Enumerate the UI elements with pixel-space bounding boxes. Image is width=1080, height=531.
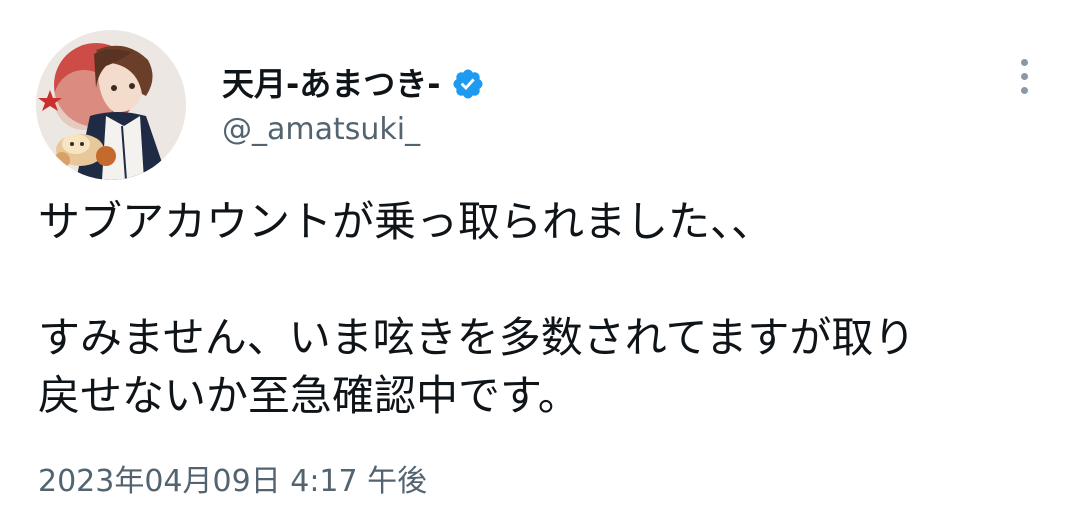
name-row: 天月-あまつき-	[222, 62, 485, 106]
verified-badge-icon	[451, 67, 485, 101]
tweet-header: 天月-あまつき- @_amatsuki_	[222, 62, 485, 150]
user-handle[interactable]: @_amatsuki_	[222, 110, 485, 150]
avatar-illustration-icon	[36, 30, 186, 180]
tweet-text: サブアカウントが乗っ取られました、、 すみません、いま呟きを多数されてますが取り…	[38, 193, 1058, 425]
tweet-text-line-3: すみません、いま呟きを多数されてますが取り	[38, 313, 916, 362]
avatar[interactable]	[36, 30, 186, 180]
display-name[interactable]: 天月-あまつき-	[222, 62, 441, 106]
tweet-text-line-4: 戻せないか至急確認中です。	[38, 371, 580, 420]
tweet-card: 天月-あまつき- @_amatsuki_ サブアカウントが乗っ取られました、、 …	[0, 0, 1080, 531]
more-options-button[interactable]	[1006, 52, 1042, 100]
more-vertical-icon	[1020, 58, 1028, 66]
more-vertical-icon-dot-2	[1020, 72, 1028, 80]
tweet-text-line-1: サブアカウントが乗っ取られました、、	[38, 197, 774, 246]
tweet-timestamp[interactable]: 2023年04月09日 4:17 午後	[38, 462, 427, 502]
tweet-text-line-2	[38, 251, 1058, 309]
more-vertical-icon-dot-3	[1020, 86, 1028, 94]
